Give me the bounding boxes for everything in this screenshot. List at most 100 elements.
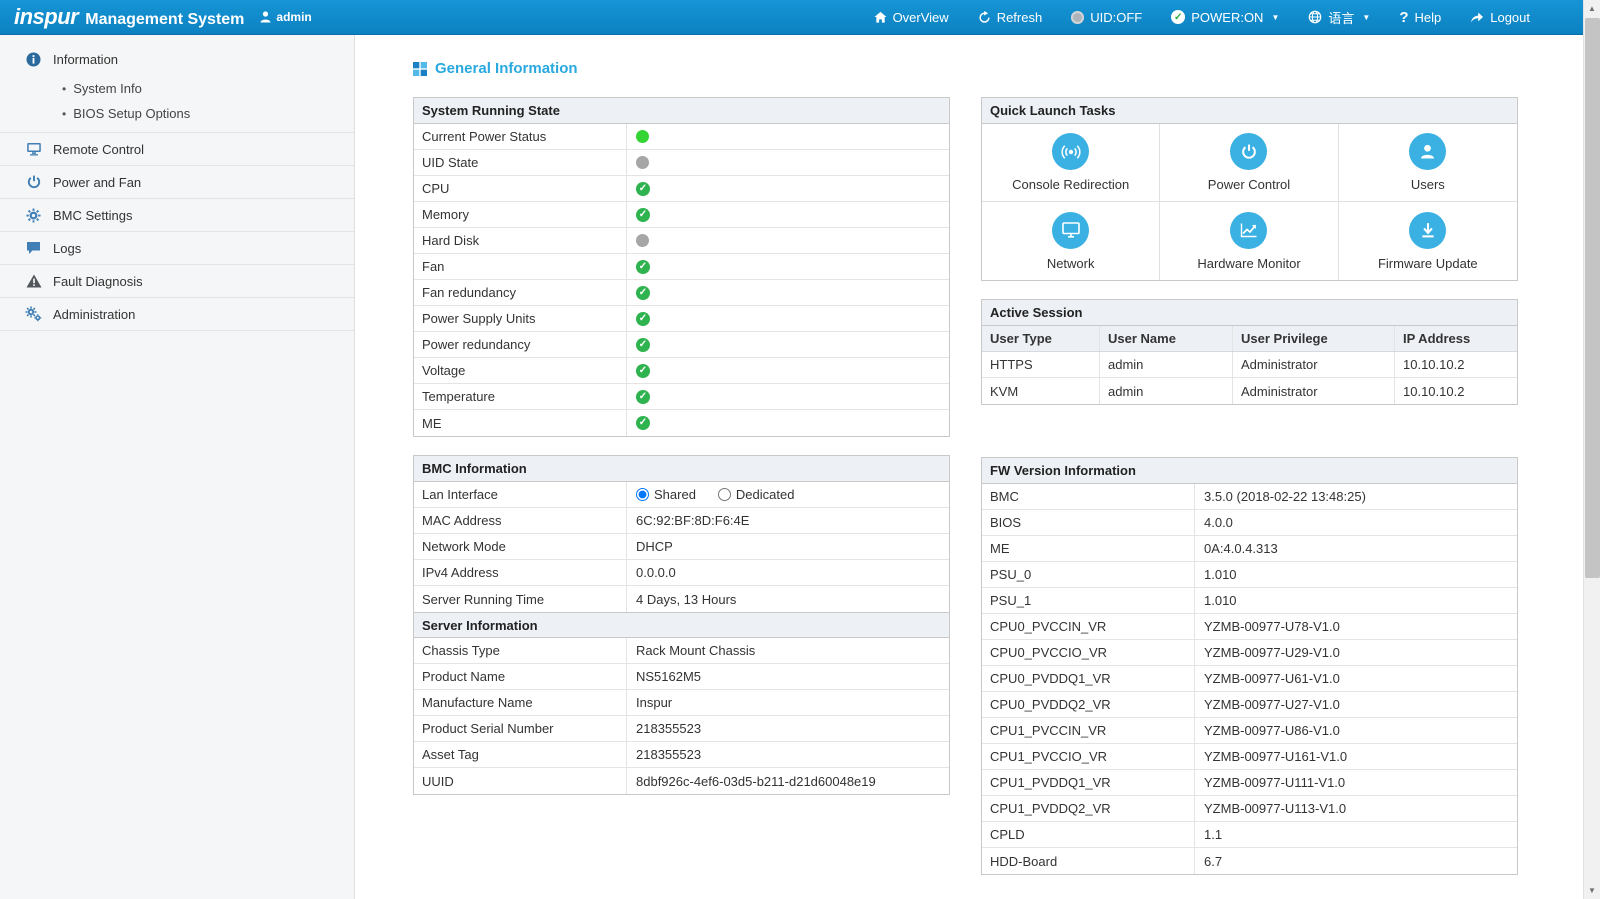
page-title: General Information — [413, 60, 1600, 77]
status-row: Temperature — [414, 384, 949, 410]
quick-launch-firmware-update[interactable]: Firmware Update — [1339, 202, 1517, 280]
status-row-label: Fan — [414, 254, 627, 279]
info-row: Manufacture Name Inspur — [414, 690, 949, 716]
status-row-value — [627, 280, 650, 305]
status-row-label: Voltage — [414, 358, 627, 383]
sidebar-group-information: Information • System Info • BIOS Setup O… — [0, 43, 354, 133]
scroll-down-arrow[interactable]: ▼ — [1584, 882, 1600, 899]
info-row: CPU1_PVCCIO_VR YZMB-00977-U161-V1.0 — [982, 744, 1517, 770]
quick-launch-users[interactable]: Users — [1338, 124, 1517, 202]
info-row-value: 6.7 — [1204, 853, 1223, 869]
nav-power[interactable]: ✓ POWER:ON ▼ — [1171, 10, 1279, 25]
info-row-label: CPLD — [982, 822, 1195, 847]
info-row-value: YZMB-00977-U78-V1.0 — [1204, 619, 1340, 634]
info-row-label: Product Name — [414, 664, 627, 689]
info-row-label: CPU1_PVCCIN_VR — [982, 718, 1195, 743]
info-row-label: PSU_1 — [982, 588, 1195, 613]
globe-icon — [1308, 10, 1322, 24]
bmc-server-info-panel: BMC Information Lan Interface Shared Ded… — [413, 455, 950, 795]
status-icon — [636, 363, 650, 378]
status-icon — [636, 311, 650, 326]
scrollbar-thumb[interactable] — [1585, 18, 1600, 578]
nav-overview[interactable]: OverView — [874, 10, 949, 25]
nav-uid[interactable]: UID:OFF — [1071, 10, 1142, 25]
cell-user-privilege: Administrator — [1233, 352, 1395, 377]
info-row: PSU_1 1.010 — [982, 588, 1517, 614]
nav-language-label: 语言 — [1328, 10, 1355, 26]
info-row: Server Running Time 4 Days, 13 Hours — [414, 586, 949, 612]
quick-launch-power-control[interactable]: Power Control — [1160, 124, 1339, 202]
fw-version-rows: BMC 3.5.0 (2018-02-22 13:48:25) BIOS 4.0… — [982, 484, 1517, 874]
info-row: HDD-Board 6.7 — [982, 848, 1517, 874]
info-row-value: YZMB-00977-U61-V1.0 — [1204, 671, 1340, 686]
status-icon — [636, 389, 650, 404]
firmware-update-icon — [1409, 211, 1447, 249]
sidebar-item-bmc-settings[interactable]: BMC Settings — [0, 199, 354, 232]
status-row: Power redundancy — [414, 332, 949, 358]
cell-ip-address: 10.10.10.2 — [1403, 357, 1465, 372]
info-row-label: CPU1_PVDDQ1_VR — [982, 770, 1195, 795]
sidebar-item-bios-setup-options[interactable]: • BIOS Setup Options — [0, 101, 354, 126]
cell-user-name: admin — [1100, 378, 1233, 404]
bullet-icon: • — [62, 81, 67, 96]
sidebar-item-information[interactable]: Information — [0, 43, 354, 76]
info-icon — [25, 52, 42, 67]
status-row-label: Hard Disk — [414, 228, 627, 253]
quick-launch-label: Power Control — [1207, 177, 1291, 192]
status-icon — [636, 156, 649, 169]
sidebar-item-logs[interactable]: Logs — [0, 232, 354, 265]
top-navigation: OverView Refresh UID:OFF ✓ POWER:ON ▼ 语言… — [874, 8, 1530, 27]
info-row-label: CPU0_PVDDQ2_VR — [982, 692, 1195, 717]
nav-refresh[interactable]: Refresh — [978, 10, 1042, 25]
sidebar-item-label: Logs — [53, 240, 82, 256]
quick-launch-console-redirection[interactable]: Console Redirection — [982, 124, 1161, 202]
current-user: admin — [260, 10, 312, 24]
info-row: CPU0_PVDDQ1_VR YZMB-00977-U61-V1.0 — [982, 666, 1517, 692]
table-row: KVM admin Administrator 10.10.10.2 — [982, 378, 1517, 404]
status-row-label: UID State — [414, 150, 627, 175]
sidebar-item-system-info[interactable]: • System Info — [0, 76, 354, 101]
sidebar-item-administration[interactable]: Administration — [0, 298, 354, 331]
info-row: CPU1_PVDDQ2_VR YZMB-00977-U113-V1.0 — [982, 796, 1517, 822]
info-row-value: 0A:4.0.4.313 — [1204, 541, 1278, 556]
inspur-logo: inspur Management System — [14, 4, 244, 30]
power-control-icon — [1230, 133, 1268, 170]
info-row-value: 218355523 — [636, 721, 702, 736]
nav-help[interactable]: ? Help — [1399, 9, 1441, 26]
sidebar-subitem-label: BIOS Setup Options — [73, 106, 191, 121]
lan-shared-label: Shared — [654, 487, 696, 502]
quick-launch-label: Users — [1410, 177, 1445, 192]
nav-language[interactable]: 语言 ▼ — [1308, 8, 1370, 27]
lan-dedicated-radio[interactable] — [717, 488, 731, 501]
info-row-label: BIOS — [982, 510, 1195, 535]
status-row-label: Power redundancy — [414, 332, 627, 357]
sidebar-item-remote-control[interactable]: Remote Control — [0, 133, 354, 166]
chat-icon — [25, 241, 42, 255]
sidebar-item-fault-diagnosis[interactable]: Fault Diagnosis — [0, 265, 354, 298]
status-row: Power Supply Units — [414, 306, 949, 332]
status-row-label: CPU — [414, 176, 627, 201]
power-on-check-icon: ✓ — [1171, 10, 1186, 24]
status-icon — [636, 285, 650, 300]
vertical-scrollbar[interactable]: ▲ ▼ — [1583, 0, 1600, 899]
sidebar-item-label: BMC Settings — [53, 207, 133, 223]
info-row-value: YZMB-00977-U113-V1.0 — [1204, 801, 1347, 816]
lan-shared-option[interactable]: Shared — [636, 487, 696, 502]
info-row-label: Manufacture Name — [414, 690, 627, 715]
lan-shared-radio[interactable] — [636, 488, 649, 501]
nav-logout[interactable]: Logout — [1470, 10, 1530, 25]
sidebar-item-label: Power and Fan — [53, 174, 142, 190]
hardware-monitor-icon — [1230, 211, 1268, 249]
info-row: MAC Address 6C:92:BF:8D:F6:4E — [414, 508, 949, 534]
info-row-label: CPU0_PVCCIO_VR — [982, 640, 1195, 665]
section-title: Active Session — [982, 300, 1517, 326]
quick-launch-hardware-monitor[interactable]: Hardware Monitor — [1160, 202, 1339, 280]
status-row-value — [627, 124, 649, 149]
quick-launch-network[interactable]: Network — [982, 202, 1161, 280]
scroll-up-arrow[interactable]: ▲ — [1584, 0, 1600, 17]
info-row-label: CPU1_PVDDQ2_VR — [982, 796, 1195, 821]
status-row-value — [627, 254, 650, 279]
status-row-label: Power Supply Units — [414, 306, 627, 331]
sidebar-item-power-and-fan[interactable]: Power and Fan — [0, 166, 354, 199]
lan-dedicated-option[interactable]: Dedicated — [717, 487, 794, 502]
